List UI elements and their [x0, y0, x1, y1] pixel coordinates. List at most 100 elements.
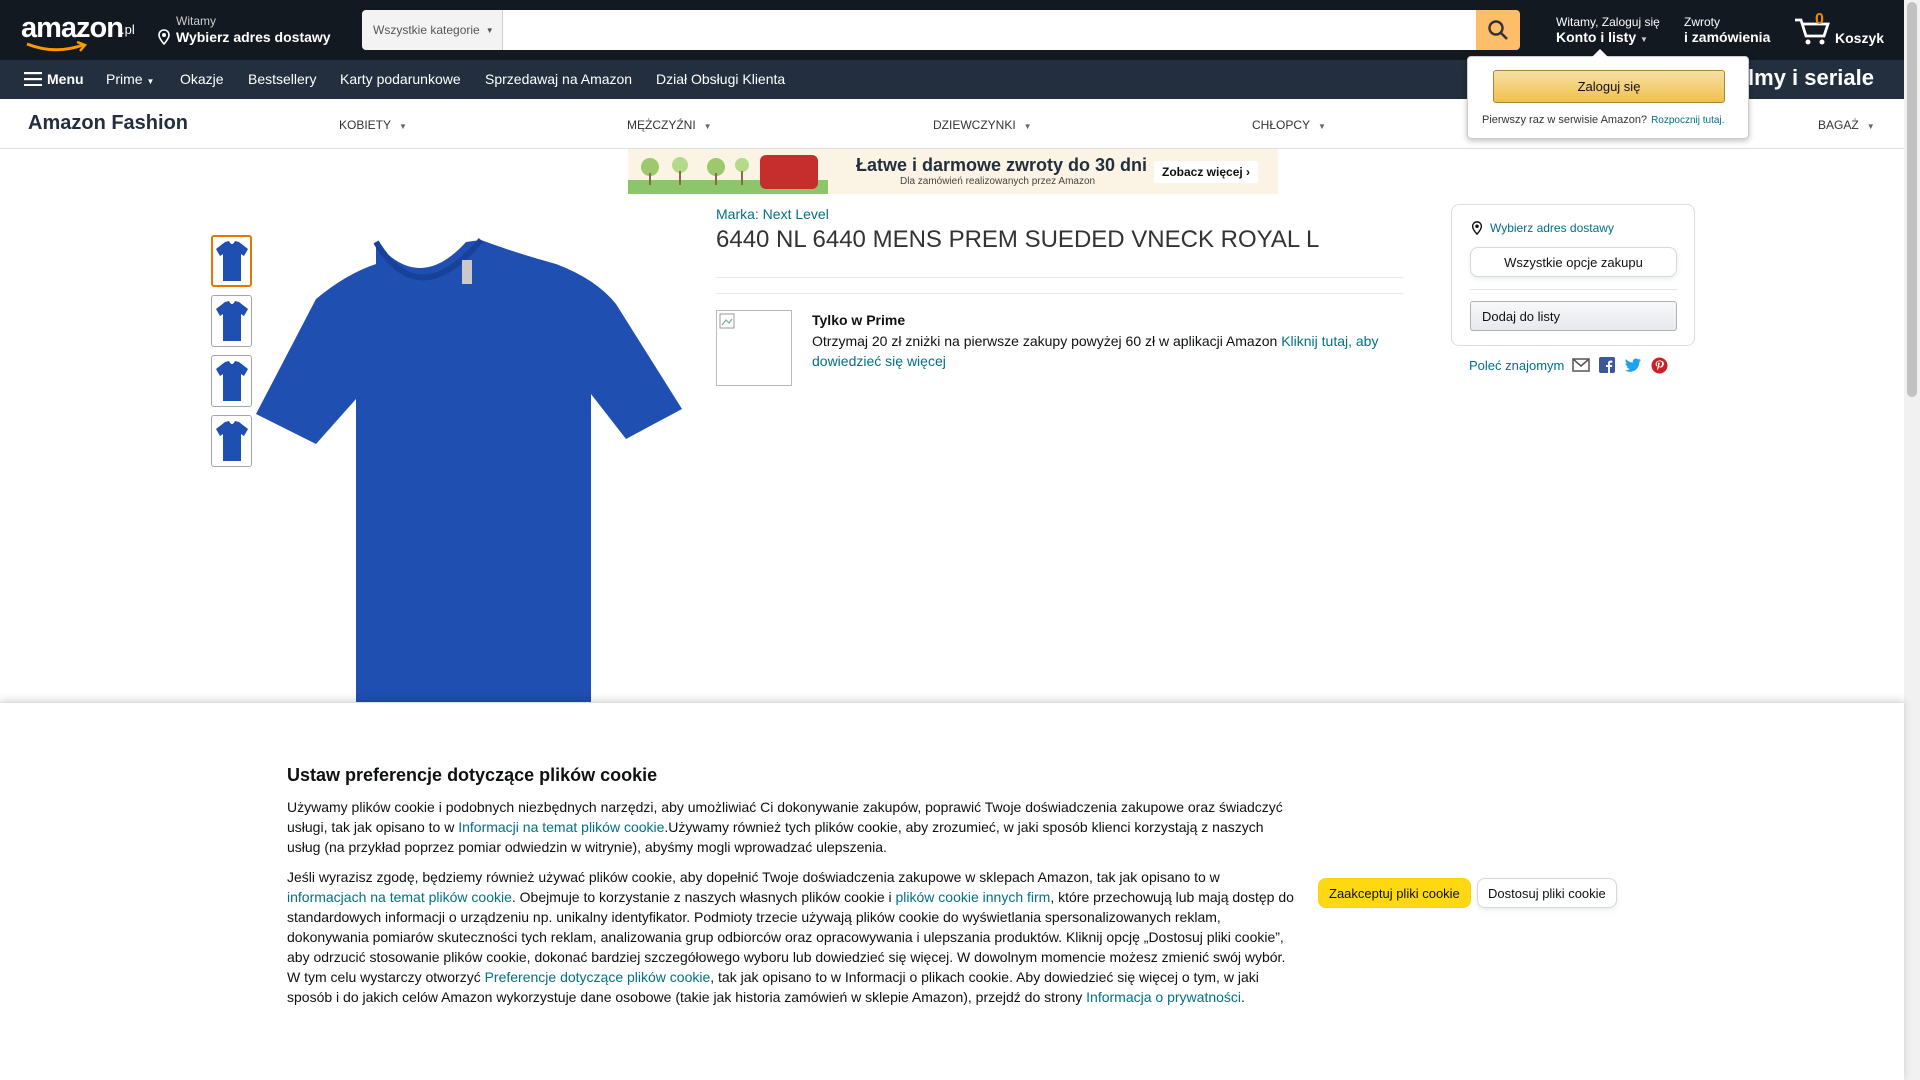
- fashion-cat-women[interactable]: KOBIETY ▼: [339, 118, 407, 132]
- fashion-cat-luggage[interactable]: BAGAŻ ▼: [1818, 118, 1875, 132]
- new-customer-text: Pierwszy raz w serwisie Amazon? Rozpoczni…: [1482, 114, 1724, 126]
- prime-image-placeholder: [716, 310, 792, 386]
- add-to-list-button[interactable]: Dodaj do listy: [1470, 301, 1677, 331]
- deliver-address: Wybierz adres dostawy: [176, 29, 331, 45]
- all-buying-options-button[interactable]: Wszystkie opcje zakupu: [1470, 247, 1677, 277]
- privacy-notice-link[interactable]: Informacja o prywatności: [1086, 989, 1241, 1005]
- choose-address-label: Wybierz adres dostawy: [1490, 221, 1614, 235]
- fashion-cat-girls[interactable]: DZIEWCZYNKI ▼: [933, 118, 1032, 132]
- fashion-cat-label: KOBIETY: [339, 118, 392, 132]
- search-button[interactable]: [1476, 10, 1520, 50]
- fashion-cat-label: CHŁOPCY: [1252, 118, 1311, 132]
- share-link[interactable]: Poleć znajomym: [1469, 358, 1564, 373]
- cart[interactable]: 0 Koszyk: [1793, 11, 1885, 46]
- cookie-info-link[interactable]: informacjach na temat plików cookie: [287, 889, 512, 905]
- fashion-brand[interactable]: Amazon Fashion: [28, 112, 188, 135]
- account-greeting: Witamy, Zaloguj się: [1556, 15, 1660, 29]
- choose-address-link[interactable]: Wybierz adres dostawy: [1470, 221, 1614, 235]
- nav-item-bestsellers[interactable]: Bestsellery: [248, 71, 316, 87]
- nav-item-customer-service[interactable]: Dział Obsługi Klienta: [656, 71, 785, 87]
- search-input[interactable]: [503, 10, 1476, 50]
- buy-box: Wybierz adres dostawy Wszystkie opcje za…: [1451, 204, 1695, 346]
- thumbnail-1[interactable]: [211, 235, 252, 287]
- thumbnail-2[interactable]: [211, 295, 252, 347]
- amazon-logo[interactable]: amazon .pl: [21, 14, 141, 52]
- search-bar: Wszystkie kategorie ▼: [362, 10, 1520, 50]
- account-label: Konto i listy: [1556, 29, 1637, 45]
- popover-arrow: [1592, 49, 1608, 57]
- account-menu[interactable]: Witamy, Zaloguj się Konto i listy ▼: [1556, 15, 1660, 45]
- start-here-link[interactable]: Rozpocznij tutaj.: [1651, 115, 1724, 126]
- nav-item-deals[interactable]: Okazje: [180, 71, 224, 87]
- divider: [716, 277, 1403, 278]
- prime-offer-body: Otrzymaj 20 zł zniżki na pierwsze zakupy…: [812, 333, 1282, 349]
- search-icon: [1488, 20, 1508, 40]
- chevron-down-icon: ▼: [1640, 35, 1648, 44]
- search-category-select[interactable]: Wszystkie kategorie ▼: [362, 10, 503, 50]
- tree-icon: [641, 157, 749, 185]
- shirt-thumbnail-icon: [215, 241, 248, 281]
- nav-item-prime[interactable]: Prime ▼: [106, 71, 154, 87]
- fashion-cat-label: MĘŻCZYŹNI: [627, 118, 696, 132]
- cookie-preferences-link[interactable]: Preferencje dotyczące plików cookie: [485, 969, 711, 985]
- chevron-down-icon: ▼: [1318, 122, 1326, 131]
- prime-offer-text: Otrzymaj 20 zł zniżki na pierwsze zakupy…: [812, 331, 1392, 371]
- returns-orders[interactable]: Zwroty i zamówienia: [1684, 15, 1770, 45]
- logo-tld: .pl: [121, 22, 135, 37]
- divider: [1470, 289, 1677, 290]
- thumbnail-list: [211, 235, 252, 475]
- signin-button[interactable]: Zaloguj się: [1493, 70, 1725, 103]
- page-scrollbar[interactable]: [1904, 0, 1920, 1080]
- nav-item-label: Prime: [106, 71, 143, 87]
- banner-cta[interactable]: Zobacz więcej ›: [1154, 161, 1259, 183]
- fashion-cat-men[interactable]: MĘŻCZYŹNI ▼: [627, 118, 712, 132]
- cart-count: 0: [1815, 11, 1824, 28]
- returns-label: Zwroty: [1684, 15, 1720, 29]
- chevron-down-icon: ▼: [1866, 122, 1875, 131]
- customize-cookies-button[interactable]: Dostosuj pliki cookie: [1477, 878, 1617, 908]
- returns-banner[interactable]: Łatwe i darmowe zwroty do 30 dni Dla zam…: [628, 149, 1278, 194]
- signin-popover: Zaloguj się Pierwszy raz w serwisie Amaz…: [1467, 49, 1749, 139]
- chevron-down-icon: ▼: [399, 122, 407, 131]
- shirt-thumbnail-icon: [215, 361, 248, 401]
- fashion-cat-label: DZIEWCZYNKI: [933, 118, 1016, 132]
- hamburger-icon: [24, 72, 42, 86]
- cookie-text: . Obejmuje to korzystanie z naszych włas…: [511, 889, 896, 905]
- search-category-label: Wszystkie kategorie: [373, 23, 480, 37]
- fashion-cat-boys[interactable]: CHŁOPCY ▼: [1252, 118, 1326, 132]
- banner-title: Łatwe i darmowe zwroty do 30 dni: [856, 155, 1148, 175]
- cookie-title: Ustaw preferencje dotyczące plików cooki…: [287, 765, 658, 785]
- cookie-consent-banner: Ustaw preferencje dotyczące plików cooki…: [0, 702, 1904, 1080]
- shirt-thumbnail-icon: [215, 421, 248, 461]
- accept-cookies-button[interactable]: Zaakceptuj pliki cookie: [1318, 878, 1471, 908]
- thumbnail-4[interactable]: [211, 415, 252, 467]
- email-icon[interactable]: [1572, 356, 1591, 374]
- new-customer-label: Pierwszy raz w serwisie Amazon?: [1482, 114, 1648, 126]
- chevron-down-icon: ▼: [703, 122, 712, 131]
- fashion-cat-label: BAGAŻ: [1818, 118, 1859, 132]
- menu-button[interactable]: Menu: [24, 71, 84, 87]
- cookie-paragraph-1: Używamy plików cookie i podobnych niezbę…: [287, 797, 1297, 857]
- divider: [716, 293, 1403, 294]
- facebook-icon[interactable]: [1598, 356, 1616, 374]
- twitter-icon[interactable]: [1624, 356, 1642, 374]
- deliver-to[interactable]: Witamy Wybierz adres dostawy: [156, 14, 331, 45]
- orders-label: i zamówienia: [1684, 29, 1771, 45]
- thumbnail-3[interactable]: [211, 355, 252, 407]
- shirt-thumbnail-icon: [215, 301, 248, 341]
- third-party-cookies-link[interactable]: plików cookie innych firm: [896, 889, 1051, 905]
- brand-link[interactable]: Marka: Next Level: [716, 206, 829, 222]
- pinterest-icon[interactable]: [1650, 356, 1668, 374]
- nav-item-gift-cards[interactable]: Karty podarunkowe: [340, 71, 461, 87]
- scrollbar-thumb[interactable]: [1907, 2, 1917, 397]
- product-main-image[interactable]: [256, 234, 682, 704]
- cart-label: Koszyk: [1835, 30, 1885, 46]
- nav-item-sell[interactable]: Sprzedawaj na Amazon: [485, 71, 632, 87]
- cookie-info-link[interactable]: Informacji na temat plików cookie: [458, 819, 664, 835]
- menu-label: Menu: [47, 71, 84, 87]
- banner-subtitle: Dla zamówień realizowanych przez Amazon: [900, 176, 1096, 187]
- cookie-text: Jeśli wyrazisz zgodę, będziemy również u…: [287, 869, 1220, 885]
- deliver-greeting: Witamy: [176, 14, 216, 28]
- nav-promo[interactable]: filmy i seriale: [1735, 65, 1874, 91]
- chevron-down-icon: ▼: [146, 77, 155, 86]
